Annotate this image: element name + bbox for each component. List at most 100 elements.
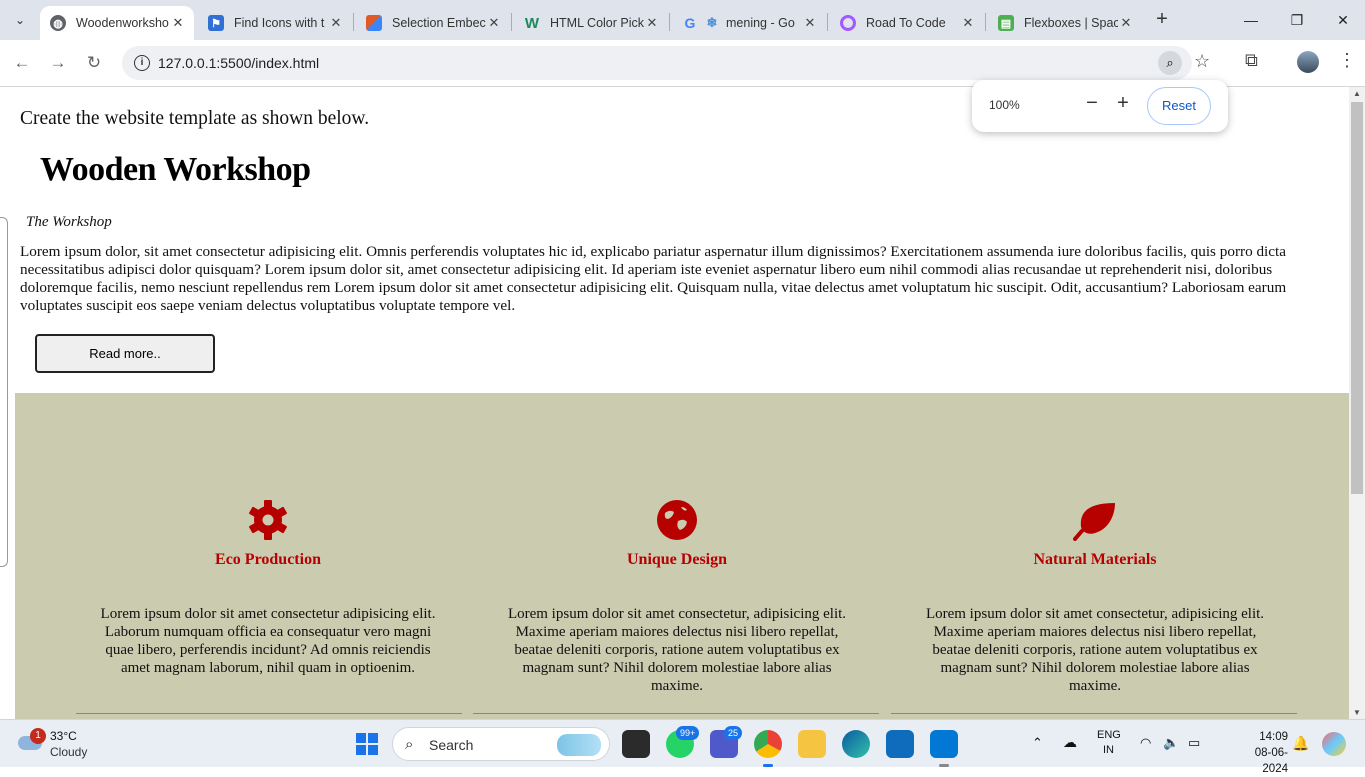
side-panel-edge	[0, 217, 8, 567]
vscode-icon[interactable]	[930, 730, 958, 758]
tab-find-icons[interactable]: ⚑ Find Icons with t ✕	[198, 6, 352, 40]
onedrive-icon[interactable]: ☁	[1063, 734, 1077, 751]
scroll-down-arrow[interactable]: ▼	[1353, 708, 1361, 717]
close-window-button[interactable]: ✕	[1328, 8, 1358, 32]
weather-widget[interactable]: 1	[16, 728, 46, 758]
feature-text: Lorem ipsum dolor sit amet consectetur, …	[925, 606, 1265, 694]
tab-google[interactable]: G ❄ mening - Go ✕	[672, 6, 826, 40]
tab-road-to-code[interactable]: Road To Code ✕	[830, 6, 984, 40]
globe-icon	[483, 493, 871, 541]
weather-condition: Cloudy	[50, 745, 88, 759]
close-icon[interactable]: ✕	[328, 15, 344, 31]
browser-chrome: ⌄ ◍ Woodenworksho ✕ ⚑ Find Icons with t …	[0, 0, 1365, 87]
address-bar[interactable]: i 127.0.0.1:5500/index.html ⌕	[122, 46, 1192, 80]
reload-button[interactable]: ↻	[81, 50, 107, 76]
flexbox-icon: ▤	[998, 15, 1014, 31]
tab-selection[interactable]: Selection Embec ✕	[356, 6, 510, 40]
bookmark-star-icon[interactable]: ☆	[1194, 51, 1210, 72]
tab-woodenworkshop[interactable]: ◍ Woodenworksho ✕	[40, 6, 194, 40]
tab-flexboxes[interactable]: ▤ Flexboxes | Spac ✕	[988, 6, 1142, 40]
tab-title: Find Icons with t	[234, 16, 325, 30]
feature-text: Lorem ipsum dolor sit amet consectetur, …	[507, 606, 847, 694]
new-tab-button[interactable]: +	[1150, 8, 1174, 32]
tab-title: HTML Color Pick	[550, 16, 644, 30]
taskbar-search[interactable]: ⌕ Search	[392, 727, 610, 761]
zoom-level: 100%	[989, 98, 1020, 112]
chrome-icon[interactable]	[754, 730, 782, 758]
battery-icon[interactable]: ▭	[1188, 735, 1200, 751]
tab-title: mening - Go	[726, 16, 795, 30]
copilot-icon[interactable]	[1322, 732, 1346, 756]
tab-separator	[985, 13, 986, 31]
menu-icon[interactable]: ⋮	[1338, 50, 1356, 71]
gear-icon	[74, 493, 462, 541]
feature-natural-materials: Natural Materials Lorem ipsum dolor sit …	[901, 493, 1289, 695]
tab-bar: ⌄ ◍ Woodenworksho ✕ ⚑ Find Icons with t …	[0, 0, 1365, 40]
tab-separator	[827, 13, 828, 31]
zoom-icon[interactable]: ⌕	[1158, 51, 1182, 75]
search-icon: ⌕	[405, 736, 414, 753]
zoom-in-button[interactable]: +	[1113, 92, 1133, 116]
page-title: Wooden Workshop	[40, 151, 311, 188]
intro-text: Create the website template as shown bel…	[20, 108, 370, 129]
snowflake-icon: ❄	[706, 15, 718, 30]
features-band: Eco Production Lorem ipsum dolor sit ame…	[15, 393, 1349, 719]
forward-button[interactable]: →	[45, 50, 71, 76]
flag-icon: ⚑	[208, 15, 224, 31]
clock-time: 14:09	[1259, 731, 1288, 743]
zoom-out-button[interactable]: −	[1082, 92, 1102, 116]
language-top[interactable]: ENG	[1097, 729, 1121, 741]
divider	[473, 713, 879, 714]
section-subtitle: The Workshop	[26, 214, 112, 230]
close-icon[interactable]: ✕	[486, 15, 502, 31]
info-icon[interactable]: i	[134, 55, 150, 71]
close-icon[interactable]: ✕	[170, 15, 186, 31]
tab-html-color[interactable]: W HTML Color Pick ✕	[514, 6, 668, 40]
search-highlight-image	[557, 734, 601, 756]
speaker-icon[interactable]: 🔈	[1163, 735, 1179, 751]
back-button[interactable]: ←	[9, 50, 35, 76]
read-more-button[interactable]: Read more..	[35, 334, 215, 373]
windows-start-icon[interactable]	[356, 733, 378, 755]
feature-title: Eco Production	[215, 551, 321, 568]
scrollbar-thumb[interactable]	[1351, 102, 1363, 494]
grid-icon	[366, 15, 382, 31]
scroll-up-arrow[interactable]: ▲	[1353, 89, 1361, 98]
feature-title: Unique Design	[626, 551, 728, 568]
body-paragraph: Lorem ipsum dolor, sit amet consectetur …	[20, 243, 1287, 314]
edge-icon[interactable]	[842, 730, 870, 758]
restore-button[interactable]: ❐	[1282, 8, 1312, 32]
divider	[76, 713, 462, 714]
tab-search-button[interactable]: ⌄	[6, 7, 34, 33]
language-bottom[interactable]: IN	[1103, 744, 1114, 756]
avatar[interactable]	[1297, 51, 1319, 73]
tab-separator	[511, 13, 512, 31]
clock-date: 08-06-2024	[1254, 747, 1288, 775]
web-page: Create the website template as shown bel…	[0, 87, 1349, 719]
teams-badge: 25	[724, 726, 743, 740]
zoom-reset-button[interactable]: Reset	[1147, 87, 1211, 125]
extensions-icon[interactable]: ⧉	[1245, 50, 1258, 71]
close-icon[interactable]: ✕	[644, 15, 660, 31]
vertical-scrollbar[interactable]: ▲ ▼	[1349, 87, 1365, 719]
notification-badge: 1	[30, 728, 46, 744]
task-view-icon[interactable]	[622, 730, 650, 758]
tab-title: Flexboxes | Spac	[1024, 16, 1118, 30]
url-text[interactable]: 127.0.0.1:5500/index.html	[158, 55, 319, 71]
whatsapp-badge: 99+	[676, 726, 700, 740]
close-icon[interactable]: ✕	[802, 15, 818, 31]
google-icon: G	[684, 15, 696, 31]
minimize-button[interactable]: —	[1236, 8, 1266, 32]
chevron-up-icon[interactable]: ⌃	[1032, 735, 1043, 751]
feature-eco-production: Eco Production Lorem ipsum dolor sit ame…	[74, 493, 462, 677]
clock[interactable]: 14:09 08-06-2024	[1240, 729, 1288, 777]
close-icon[interactable]: ✕	[960, 15, 976, 31]
store-icon[interactable]	[886, 730, 914, 758]
close-icon[interactable]: ✕	[1118, 15, 1134, 31]
file-explorer-icon[interactable]	[798, 730, 826, 758]
zoom-popup: 100% − + Reset	[972, 80, 1228, 132]
wifi-icon[interactable]: ◠	[1140, 735, 1151, 751]
tab-separator	[353, 13, 354, 31]
globe-icon: ◍	[50, 15, 66, 31]
notification-bell-icon[interactable]: 🔔	[1292, 735, 1309, 752]
